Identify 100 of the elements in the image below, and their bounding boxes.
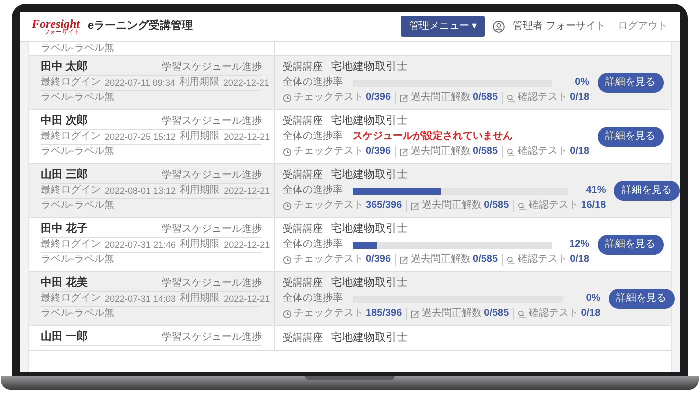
schedule-progress-link[interactable]: 学習スケジュール進捗: [162, 332, 262, 344]
student-name: 山田 一郎: [41, 330, 88, 344]
label-text: ラベル-ラベル無: [41, 254, 114, 265]
stat-value: 0/396: [366, 92, 392, 104]
expiry-date: 2022-12-21: [224, 293, 270, 305]
schedule-progress-link[interactable]: 学習スケジュール進捗: [162, 278, 262, 290]
expiry-date: 2022-12-21: [224, 185, 270, 197]
brand-logo: Foresight: [32, 18, 80, 30]
progress-label: 全体の進捗率: [283, 293, 344, 305]
course-label: 受講講座: [283, 115, 323, 128]
stat-value: 0/396: [366, 146, 392, 158]
stat-value: 365/396: [366, 200, 402, 212]
stat-value: 0/585: [473, 146, 498, 158]
details-button[interactable]: 詳細を見る: [598, 234, 664, 254]
student-name: 田中 太郎: [41, 60, 88, 74]
course-name: 宅地建物取引士: [331, 61, 408, 74]
stat-value: 0/585: [484, 200, 510, 212]
stat-label: チェックテスト: [294, 200, 364, 212]
user-name: 管理者 フォーサイト: [513, 20, 606, 34]
expiry-label: 利用期限: [180, 293, 220, 305]
student-name: 中田 次郎: [41, 114, 88, 128]
last-login-time: 2022-07-31 21:46: [105, 239, 176, 251]
stat-label: 確認テスト: [529, 200, 580, 212]
student-name: 山田 三郎: [41, 168, 88, 182]
progress-label: 全体の進捗率: [283, 77, 344, 89]
progress-percent: 41%: [585, 185, 606, 197]
stat-value: 0/18: [581, 308, 601, 320]
details-button[interactable]: 詳細を見る: [598, 126, 664, 146]
schedule-progress-link[interactable]: 学習スケジュール進捗: [162, 116, 262, 128]
stat-label: 過去問正解数: [422, 200, 482, 212]
stat-value: 0/18: [570, 254, 590, 266]
schedule-progress-link[interactable]: 学習スケジュール進捗: [162, 62, 262, 74]
pencil-note-icon: [411, 202, 420, 210]
pencil-note-icon: [400, 94, 410, 102]
course-label: 受講講座: [283, 277, 323, 290]
label-text: ラベル-ラベル無: [41, 92, 114, 103]
stat-label: 過去問正解数: [411, 92, 472, 104]
expiry-label: 利用期限: [179, 77, 220, 89]
clock-icon: [283, 310, 292, 318]
stat-label: チェックテスト: [294, 92, 364, 104]
course-label: 受講講座: [283, 223, 323, 236]
last-login-time: 2022-08-01 13:12: [105, 185, 176, 197]
app-title: eラーニング受講管理: [88, 18, 194, 34]
admin-menu-button[interactable]: 管理メニュー ▾: [401, 16, 486, 37]
progress-label: 全体の進捗率: [283, 131, 344, 143]
student-name: 中田 花美: [41, 276, 88, 290]
expiry-date: 2022-12-21: [224, 239, 270, 251]
details-button[interactable]: 詳細を見る: [608, 288, 675, 308]
pencil-note-icon: [400, 256, 410, 264]
stat-value: 0/18: [570, 92, 590, 104]
pencil-note-icon: [411, 310, 420, 318]
schedule-progress-link[interactable]: 学習スケジュール進捗: [162, 224, 262, 236]
progress-label: 全体の進捗率: [283, 239, 344, 251]
label-text: ラベル-ラベル無: [41, 308, 114, 319]
last-login-time: 2022-07-11 09:34: [105, 77, 176, 89]
course-name: 宅地建物取引士: [331, 332, 408, 344]
last-login-label: 最終ログイン: [41, 131, 101, 143]
expiry-label: 利用期限: [180, 131, 220, 143]
course-name: 宅地建物取引士: [331, 169, 408, 182]
stat-label: 確認テスト: [518, 254, 568, 266]
last-login-label: 最終ログイン: [41, 185, 101, 197]
stat-label: 確認テスト: [518, 146, 568, 158]
expiry-label: 利用期限: [180, 185, 220, 197]
course-name: 宅地建物取引士: [331, 277, 408, 290]
course-label: 受講講座: [283, 61, 323, 74]
last-login-time: 2022-07-31 14:03: [105, 293, 176, 305]
stat-value: 185/396: [366, 308, 402, 320]
course-name: 宅地建物取引士: [331, 115, 408, 128]
course-name: 宅地建物取引士: [331, 223, 408, 236]
expiry-date: 2022-12-21: [223, 77, 270, 89]
logout-link[interactable]: ログアウト: [618, 19, 668, 34]
clock-icon: [283, 94, 292, 102]
stat-value: 0/18: [570, 146, 590, 158]
stat-label: チェックテスト: [294, 308, 364, 320]
details-button[interactable]: 詳細を見る: [598, 72, 664, 92]
stat-label: 過去問正解数: [422, 308, 482, 320]
stat-label: 過去問正解数: [411, 254, 472, 266]
stat-value: 0/396: [366, 254, 392, 266]
stat-value: 0/585: [484, 308, 510, 320]
label-text: ラベル-ラベル無: [41, 146, 114, 157]
student-name: 田中 花子: [41, 222, 88, 236]
stat-value: 0/585: [473, 254, 498, 266]
stat-label: チェックテスト: [294, 254, 364, 266]
schedule-warning: スケジュールが設定されていません: [353, 131, 513, 143]
clock-icon: [283, 256, 292, 264]
pencil-note-icon: [400, 148, 410, 156]
schedule-progress-link[interactable]: 学習スケジュール進捗: [162, 170, 262, 182]
last-login-label: 最終ログイン: [41, 239, 101, 251]
details-button[interactable]: 詳細を見る: [614, 180, 680, 200]
course-label: 受講講座: [283, 169, 323, 182]
clock-icon: [283, 202, 292, 210]
stat-label: 確認テスト: [518, 92, 568, 104]
progress-percent: 0%: [574, 77, 590, 89]
label-text: ラベル-ラベル無: [41, 43, 114, 55]
expiry-label: 利用期限: [180, 239, 220, 251]
label-text: ラベル-ラベル無: [41, 200, 114, 211]
progress-label: 全体の進捗率: [283, 185, 344, 197]
progress-percent: 12%: [568, 239, 590, 251]
stat-label: 過去問正解数: [411, 146, 472, 158]
expiry-date: 2022-12-21: [224, 131, 270, 143]
